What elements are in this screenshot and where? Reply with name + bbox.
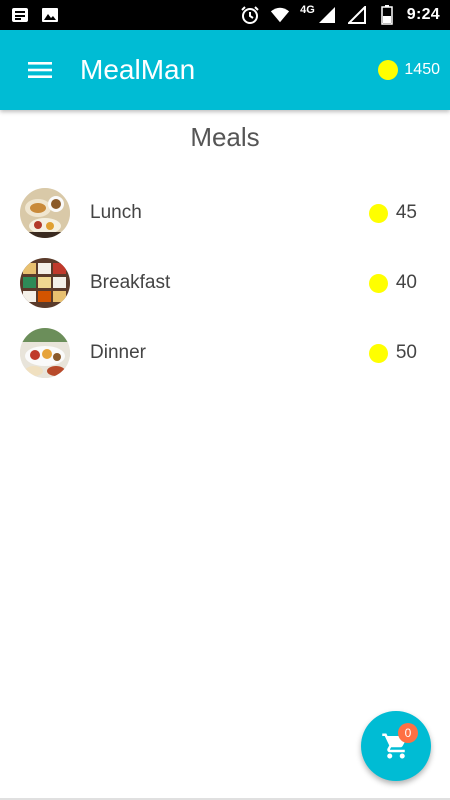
app-bar: MealMan 1450 — [0, 30, 450, 110]
network-type: 4G — [300, 4, 315, 16]
meal-price: 45 — [368, 202, 417, 224]
page-title: Meals — [190, 122, 260, 152]
meal-price-value: 50 — [395, 342, 417, 363]
coin-icon — [378, 60, 399, 80]
meal-name: Breakfast — [90, 272, 171, 293]
meal-price: 50 — [368, 342, 417, 364]
cart-button[interactable]: 0 — [361, 711, 431, 781]
meal-price: 40 — [368, 272, 417, 294]
meal-item-dinner[interactable]: Dinner 50 — [0, 318, 450, 388]
cart-count-badge: 0 — [398, 723, 418, 743]
meal-item-breakfast[interactable]: Breakfast 40 — [0, 248, 450, 318]
meal-item-lunch[interactable]: Lunch 45 — [0, 178, 450, 248]
coin-balance[interactable]: 1450 — [378, 30, 440, 110]
notification-icon — [10, 5, 30, 25]
app-title: MealMan — [80, 54, 196, 85]
menu-button[interactable] — [25, 55, 55, 85]
meal-thumbnail-dinner — [20, 328, 70, 378]
meal-thumbnail-breakfast — [20, 258, 70, 308]
coin-icon — [368, 203, 388, 223]
coin-icon — [368, 343, 388, 363]
status-right: 4G 9:24 — [240, 4, 440, 25]
alarm-icon — [240, 5, 260, 25]
signal-icon — [347, 5, 367, 25]
image-icon — [40, 5, 60, 25]
meal-name: Dinner — [90, 342, 146, 363]
signal-icon — [317, 5, 337, 25]
coin-icon — [368, 273, 388, 293]
meal-name: Lunch — [90, 202, 142, 223]
status-bar: 4G 9:24 — [0, 0, 450, 30]
coin-balance-value: 1450 — [404, 61, 440, 78]
meal-thumbnail-lunch — [20, 188, 70, 238]
status-left — [10, 5, 60, 25]
status-time: 9:24 — [406, 6, 440, 23]
meal-price-value: 40 — [395, 272, 417, 293]
battery-icon — [377, 5, 397, 25]
hamburger-menu-icon — [28, 62, 52, 78]
wifi-icon — [270, 5, 290, 25]
meal-price-value: 45 — [395, 202, 417, 223]
meal-list: Lunch 45 Breakfast 40 Dinner 50 — [0, 178, 450, 388]
